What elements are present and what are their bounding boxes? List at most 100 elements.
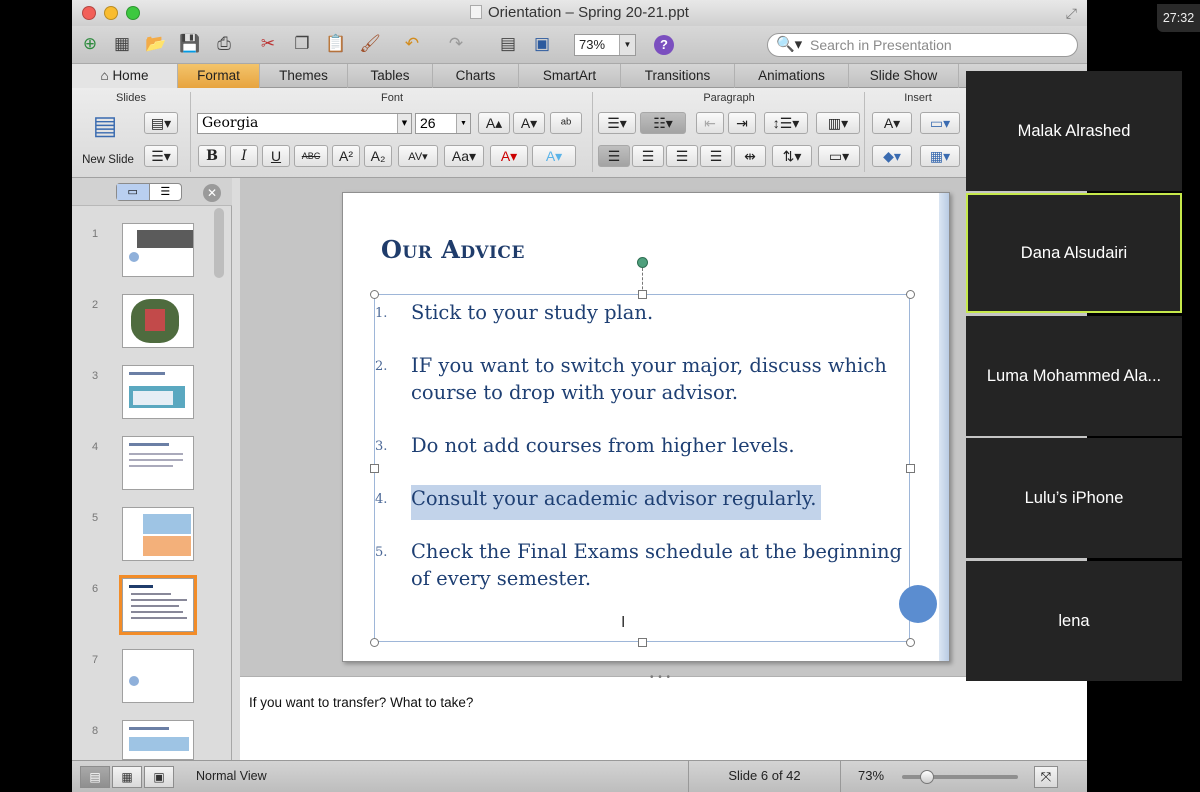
fit-to-window-icon[interactable]: ⤧ [1034,766,1058,788]
notes-text[interactable]: If you want to transfer? What to take? [249,695,473,710]
slide-thumbnail-3[interactable] [122,365,194,419]
fullscreen-icon[interactable]: ⤢ [1066,5,1077,22]
thumbnail-scrollbar[interactable] [214,208,224,278]
resize-handle[interactable] [370,290,379,299]
notes-pane[interactable]: • • • If you want to transfer? What to t… [240,672,1087,760]
zoom-select[interactable]: 73% ▼ [574,34,636,56]
tab-animations[interactable]: Animations [735,64,849,88]
italic-button[interactable]: I [230,145,258,167]
tab-themes[interactable]: Themes [260,64,348,88]
underline-button[interactable]: U [262,145,290,167]
change-case-button[interactable]: Aa▾ [444,145,484,167]
slide-thumbnail-2[interactable] [122,294,194,348]
slide-thumbnail-1[interactable] [122,223,194,277]
chevron-down-icon[interactable]: ▼ [456,114,470,133]
list-item[interactable]: 5. Check the Final Exams schedule at the… [375,538,911,592]
save-icon[interactable]: 💾 [178,33,202,55]
justify-button[interactable]: ☰ [700,145,732,167]
columns-button[interactable]: ▥▾ [816,112,860,134]
resize-handle[interactable] [370,464,379,473]
arrange-button[interactable]: ▦▾ [920,145,960,167]
font-color-button[interactable]: A▾ [490,145,528,167]
outline-view-icon[interactable]: ☰ [150,184,182,200]
slide-thumbnail-6[interactable] [119,575,197,635]
tab-tables[interactable]: Tables [348,64,433,88]
resize-handle[interactable] [906,290,915,299]
resize-handle[interactable] [370,638,379,647]
distribute-button[interactable]: ⇹ [734,145,766,167]
tab-transitions[interactable]: Transitions [621,64,735,88]
participant-tile[interactable]: Luma Mohammed Ala... [966,316,1182,436]
align-left-button[interactable]: ☰ [598,145,630,167]
character-spacing-button[interactable]: AV▾ [398,145,438,167]
align-text-button[interactable]: ▭▾ [818,145,860,167]
print-icon[interactable]: ⎙ [212,33,236,55]
cut-icon[interactable]: ✂ [256,33,280,55]
paste-icon[interactable]: 📋 [324,33,348,55]
slide-thumbnail-7[interactable] [122,649,194,703]
layout-button[interactable]: ▤▾ [144,112,178,134]
zoom-slider[interactable] [902,770,1018,784]
increase-indent-button[interactable]: ⇥ [728,112,756,134]
resize-handle[interactable] [638,290,647,299]
slide-title[interactable]: Our Advice [381,235,525,264]
subscript-button[interactable]: A₂ [364,145,392,167]
align-right-button[interactable]: ☰ [666,145,698,167]
section-button[interactable]: ☰▾ [144,145,178,167]
slide-thumbnail-8[interactable] [122,720,194,760]
tab-home[interactable]: ⌂ Home [72,64,178,88]
content-text-box[interactable]: 1. Stick to your study plan. 2. IF you w… [370,290,915,647]
chevron-down-icon[interactable]: ▼ [397,114,411,133]
undo-icon[interactable]: ↶ [400,33,424,55]
picture-button[interactable]: ▭▾ [920,112,960,134]
strikethrough-button[interactable]: ABC [294,145,328,167]
list-item[interactable]: 4. Consult your academic advisor regular… [375,485,911,520]
participant-tile[interactable]: lena [966,561,1182,681]
slide-show-button[interactable]: ▣ [144,766,174,788]
numbering-button[interactable]: ☷▾ [640,112,686,134]
resize-handle[interactable] [906,638,915,647]
bullets-button[interactable]: ☰▾ [598,112,636,134]
line-spacing-button[interactable]: ↕☰▾ [764,112,808,134]
align-center-button[interactable]: ☰ [632,145,664,167]
panel-view-switch[interactable]: ▭ ☰ [116,183,182,201]
shrink-font-button[interactable]: A▾ [513,112,545,134]
tab-format[interactable]: Format [178,64,260,88]
tab-smartart[interactable]: SmartArt [519,64,621,88]
new-slide-button[interactable]: ▤ [80,110,130,156]
splitter-grip[interactable]: • • • [650,672,671,683]
slide-thumbnail-4[interactable] [122,436,194,490]
zoom-slider-knob[interactable] [920,770,934,784]
gallery-icon[interactable]: ▦ [110,33,134,55]
participant-tile[interactable]: Malak Alrashed [966,71,1182,191]
superscript-button[interactable]: A² [332,145,360,167]
bold-button[interactable]: B [198,145,226,167]
help-icon[interactable]: ? [654,35,674,55]
rotate-handle[interactable] [637,257,648,268]
search-input[interactable]: 🔍▾ Search in Presentation [767,33,1078,57]
text-effects-button[interactable]: A▾ [532,145,576,167]
list-item[interactable]: 3. Do not add courses from higher levels… [375,432,911,459]
slide-sorter-button[interactable]: ▦ [112,766,142,788]
copy-icon[interactable]: ❐ [290,33,314,55]
slide-thumbnail-5[interactable] [122,507,194,561]
slides-view-icon[interactable]: ▭ [117,184,150,200]
resize-handle[interactable] [638,638,647,647]
tab-charts[interactable]: Charts [433,64,519,88]
grow-font-button[interactable]: A▴ [478,112,510,134]
font-name-field[interactable]: Georgia ▼ [197,113,412,134]
decrease-indent-button[interactable]: ⇤ [696,112,724,134]
redo-icon[interactable]: ↷ [444,33,468,55]
participant-tile[interactable]: Lulu’s iPhone [966,438,1182,558]
slide-show-icon[interactable]: ▣ [530,33,554,55]
font-size-field[interactable]: 26 ▼ [415,113,471,134]
slide-canvas[interactable]: Our Advice 1. Stick to your study plan. [342,192,950,662]
participant-tile-active-speaker[interactable]: Dana Alsudairi [966,193,1182,313]
new-slide-label[interactable]: New Slide [74,154,142,166]
format-painter-icon[interactable]: 🖌 [358,33,382,55]
text-box-button[interactable]: A▾ [872,112,912,134]
resize-handle[interactable] [906,464,915,473]
new-document-icon[interactable]: ⊕ [78,33,102,55]
slide-layout-icon[interactable]: ▤ [496,33,520,55]
tab-slide-show[interactable]: Slide Show [849,64,959,88]
